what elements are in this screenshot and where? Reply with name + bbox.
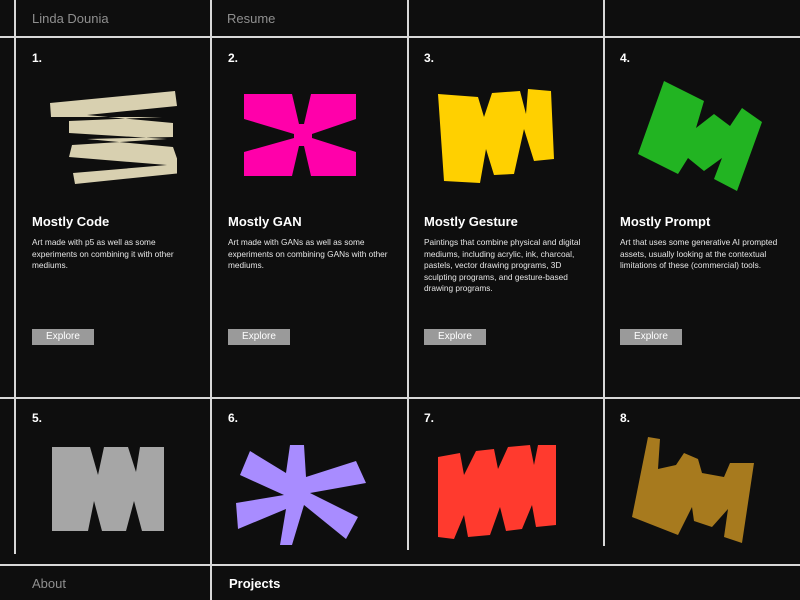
prompt-m-art [638, 81, 762, 191]
column-divider [603, 0, 605, 546]
code-shape [50, 91, 177, 184]
card-number: 1. [32, 51, 43, 65]
card-title: Mostly Prompt [620, 214, 711, 229]
card-number: 3. [424, 51, 435, 65]
prompt-shape [638, 81, 762, 191]
card-description: Art made with GANs as well as some exper… [228, 237, 388, 271]
brown-shape [632, 437, 754, 543]
gan-shape [244, 94, 356, 176]
footer-divider [0, 564, 800, 566]
card-number: 5. [32, 411, 43, 425]
card-description: Paintings that combine physical and digi… [424, 237, 581, 294]
card-title: Mostly Gesture [424, 214, 518, 229]
nav-resume-link[interactable]: Resume [227, 11, 275, 26]
column-divider [210, 0, 212, 600]
card-number: 2. [228, 51, 239, 65]
explore-button[interactable]: Explore [32, 329, 94, 345]
card-description: Art that uses some generative AI prompte… [620, 237, 778, 271]
red-k-art [438, 445, 556, 539]
card-number: 7. [424, 411, 435, 425]
brown-m-art [632, 437, 754, 543]
nav-about-link[interactable]: About [32, 576, 66, 591]
row-divider [0, 397, 800, 399]
card-number: 6. [228, 411, 239, 425]
nav-projects-link[interactable]: Projects [229, 576, 280, 591]
card-title: Mostly GAN [228, 214, 302, 229]
explore-button[interactable]: Explore [228, 329, 290, 345]
purple-shape [236, 445, 366, 545]
gan-flower-art [244, 94, 356, 176]
purple-flower-art [236, 445, 366, 545]
project-card-6: 6. [228, 411, 398, 551]
project-card-5: 5. [32, 411, 202, 551]
code-zigzag-art [50, 91, 177, 184]
header-divider [0, 36, 800, 38]
project-card-8: 8. [620, 411, 790, 551]
gesture-shape [438, 89, 554, 183]
grey-shape [52, 447, 164, 531]
explore-button[interactable]: Explore [620, 329, 682, 345]
column-divider [14, 0, 16, 554]
gesture-m-art [438, 89, 554, 183]
site-name[interactable]: Linda Dounia [32, 11, 109, 26]
card-number: 4. [620, 51, 631, 65]
grey-m-art [52, 447, 164, 531]
card-description: Art made with p5 as well as some experim… [32, 237, 174, 271]
column-divider [407, 0, 409, 550]
card-number: 8. [620, 411, 631, 425]
project-card-7: 7. [424, 411, 594, 551]
card-title: Mostly Code [32, 214, 110, 229]
explore-button[interactable]: Explore [424, 329, 486, 345]
red-shape [438, 445, 556, 539]
